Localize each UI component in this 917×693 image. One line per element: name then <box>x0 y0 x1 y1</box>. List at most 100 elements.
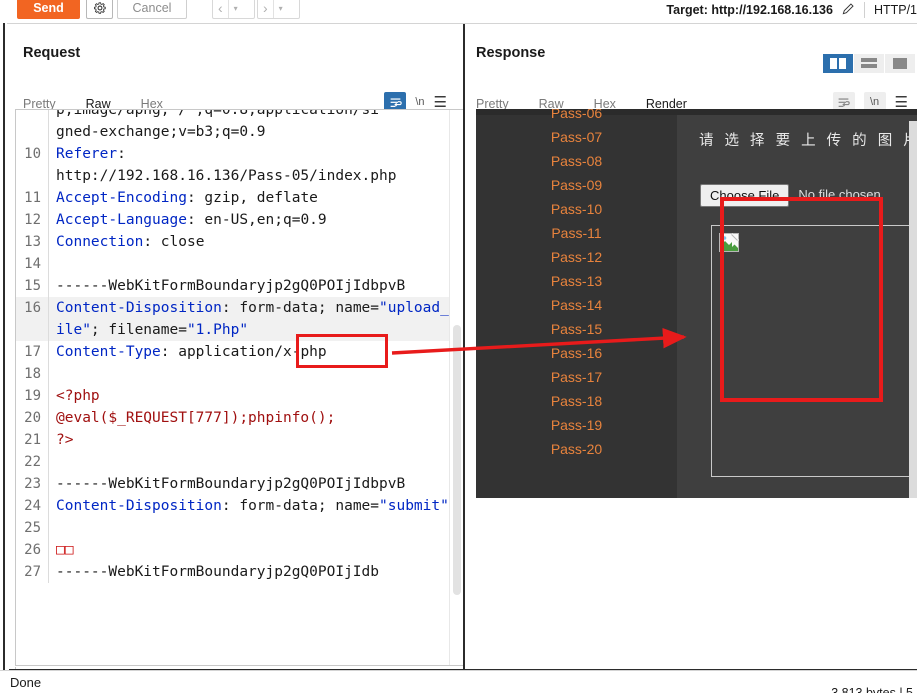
line-text: http://192.168.16.136/Pass-05/index.php <box>56 165 463 187</box>
pass-links-list: Pass-06 Pass-07 Pass-08 Pass-09 Pass-10 Pass-… <box>476 109 677 461</box>
pencil-icon[interactable] <box>841 1 856 19</box>
pass-link-pass-10[interactable]: Pass-10 <box>476 197 677 221</box>
chevron-right-icon: › <box>263 0 268 16</box>
pass-link-pass-15[interactable]: Pass-15 <box>476 317 677 341</box>
editor-line: 15 ------WebKitFormBoundaryjp2gQ0POIjIdbp… <box>16 275 463 297</box>
chevron-down-icon: ▾ <box>278 3 283 13</box>
layout-side-by-side-icon <box>830 58 846 69</box>
token: p,image/apng,*/*;q=0.8,application/si <box>56 109 380 118</box>
gutter-divider <box>48 209 49 231</box>
token: gned-exchange;v=b3;q=0.9 <box>56 124 266 140</box>
gutter-divider <box>48 407 49 429</box>
file-input-row[interactable]: Choose File No file chosen <box>700 184 881 207</box>
gutter-divider <box>48 121 49 143</box>
pass-link-pass-12[interactable]: Pass-12 <box>476 245 677 269</box>
line-text: □□ <box>56 539 463 561</box>
pass-link-pass-20[interactable]: Pass-20 <box>476 437 677 461</box>
pass-link-pass-19[interactable]: Pass-19 <box>476 413 677 437</box>
newline-toggle-icon[interactable]: \n <box>415 96 424 108</box>
editor-line: gned-exchange;v=b3;q=0.9 <box>16 121 463 143</box>
pass-link-pass-08[interactable]: Pass-08 <box>476 149 677 173</box>
no-file-chosen-label: No file chosen <box>798 187 881 202</box>
burp-suite-repeater-window: Send Cancel ‹ ▾ › ▾ Target: http://192.1… <box>0 0 917 693</box>
pass-link-pass-06[interactable]: Pass-06 <box>476 109 677 125</box>
line-text: ------WebKitFormBoundaryjp2gQ0POIjIdbpvB <box>56 275 463 297</box>
pass-link-pass-17[interactable]: Pass-17 <box>476 365 677 389</box>
line-number: 16 <box>24 300 41 316</box>
pass-link-pass-18[interactable]: Pass-18 <box>476 389 677 413</box>
chevron-down-icon: ▾ <box>233 3 238 13</box>
line-text: gned-exchange;v=b3;q=0.9 <box>56 121 463 143</box>
pass-link-pass-07[interactable]: Pass-07 <box>476 125 677 149</box>
gear-icon[interactable] <box>86 0 113 19</box>
line-text: Content-Disposition: form-data; name="su… <box>56 495 463 517</box>
token: "1.Php" <box>186 322 249 338</box>
editor-line: 27 ------WebKitFormBoundaryjp2gQ0POIjIdb <box>16 561 463 583</box>
layout-stacked-icon <box>861 58 877 68</box>
render-scrollbar[interactable] <box>909 121 917 504</box>
token: Accept-Encoding <box>56 190 187 206</box>
pass-link-pass-11[interactable]: Pass-11 <box>476 221 677 245</box>
request-panel-title: Request <box>23 45 81 61</box>
token: : en-US,en;q=0.9 <box>186 212 327 228</box>
gutter-divider <box>48 473 49 495</box>
send-button[interactable]: Send <box>17 0 80 19</box>
editor-line: 10 Referer: <box>16 143 463 165</box>
token: Content-Disposition <box>56 498 222 514</box>
choose-file-button[interactable]: Choose File <box>700 184 790 207</box>
target-label: Target: http://192.168.16.136 <box>666 3 833 17</box>
gutter-divider <box>48 341 49 363</box>
gutter-divider <box>48 143 49 165</box>
editor-line: http://192.168.16.136/Pass-05/index.php <box>16 165 463 187</box>
editor-line: 11 Accept-Encoding: gzip, deflate <box>16 187 463 209</box>
line-number: 18 <box>24 366 41 382</box>
pencil-icon-svg <box>842 3 854 15</box>
line-text: Connection: close <box>56 231 463 253</box>
gutter-divider <box>48 495 49 517</box>
line-number: 20 <box>24 410 41 426</box>
pass-link-pass-16[interactable]: Pass-16 <box>476 341 677 365</box>
next-request-button[interactable]: › ▾ <box>257 0 300 19</box>
line-number: 13 <box>24 234 41 250</box>
line-text: Accept-Language: en-US,en;q=0.9 <box>56 209 463 231</box>
line-text: Accept-Encoding: gzip, deflate <box>56 187 463 209</box>
editor-line: 18 <box>16 363 463 385</box>
top-toolbar: Send Cancel ‹ ▾ › ▾ Target: http://192.1… <box>0 0 917 23</box>
request-editor-scrollbar[interactable] <box>453 325 461 595</box>
gutter-divider <box>48 363 49 385</box>
line-text: p,image/apng,*/*;q=0.8,application/si <box>56 109 463 121</box>
gutter-divider <box>48 517 49 539</box>
status-bar: Done 3,813 bytes | 5 <box>0 670 917 693</box>
pass-link-pass-09[interactable]: Pass-09 <box>476 173 677 197</box>
editor-line: 12 Accept-Language: en-US,en;q=0.9 <box>16 209 463 231</box>
token: : close <box>143 234 205 250</box>
pass-link-pass-14[interactable]: Pass-14 <box>476 293 677 317</box>
editor-line: 16 Content-Disposition: form-data; name="… <box>16 297 463 341</box>
editor-line: 26 □□ <box>16 539 463 561</box>
gear-icon-svg <box>93 2 106 14</box>
line-text: ?> <box>56 429 463 451</box>
render-blank-bottom <box>476 498 917 666</box>
gutter-divider <box>48 297 49 341</box>
gutter-divider <box>48 165 49 187</box>
chevron-left-icon: ‹ <box>218 0 223 16</box>
previous-request-button[interactable]: ‹ ▾ <box>212 0 255 19</box>
layout-single-icon <box>893 58 907 69</box>
line-text: ------WebKitFormBoundaryjp2gQ0POIjIdb <box>56 561 463 583</box>
token: : form-data; name= <box>221 300 380 316</box>
upload-form-column: 请 选 择 要 上 传 的 图 片 ： Choose File No file … <box>677 115 917 498</box>
cancel-button[interactable]: Cancel <box>117 0 187 19</box>
response-panel: Response Pretty Raw Hex Render \n ☰ Pass… <box>467 24 917 669</box>
gutter-divider <box>48 451 49 473</box>
layout-single-button[interactable] <box>885 54 915 73</box>
http-version-label: HTTP/1 <box>873 3 917 17</box>
layout-stacked-button[interactable] <box>854 54 884 73</box>
line-text: Referer: <box>56 143 463 165</box>
editor-line: 21 ?> <box>16 429 463 451</box>
token: ------WebKitFormBoundaryjp2gQ0POIjIdbpvB <box>56 278 406 294</box>
request-editor[interactable]: p,image/apng,*/*;q=0.8,application/si gne… <box>15 109 463 666</box>
line-number: 25 <box>24 520 41 536</box>
layout-side-by-side-button[interactable] <box>823 54 853 73</box>
pass-link-pass-13[interactable]: Pass-13 <box>476 269 677 293</box>
line-number: 14 <box>24 256 41 272</box>
